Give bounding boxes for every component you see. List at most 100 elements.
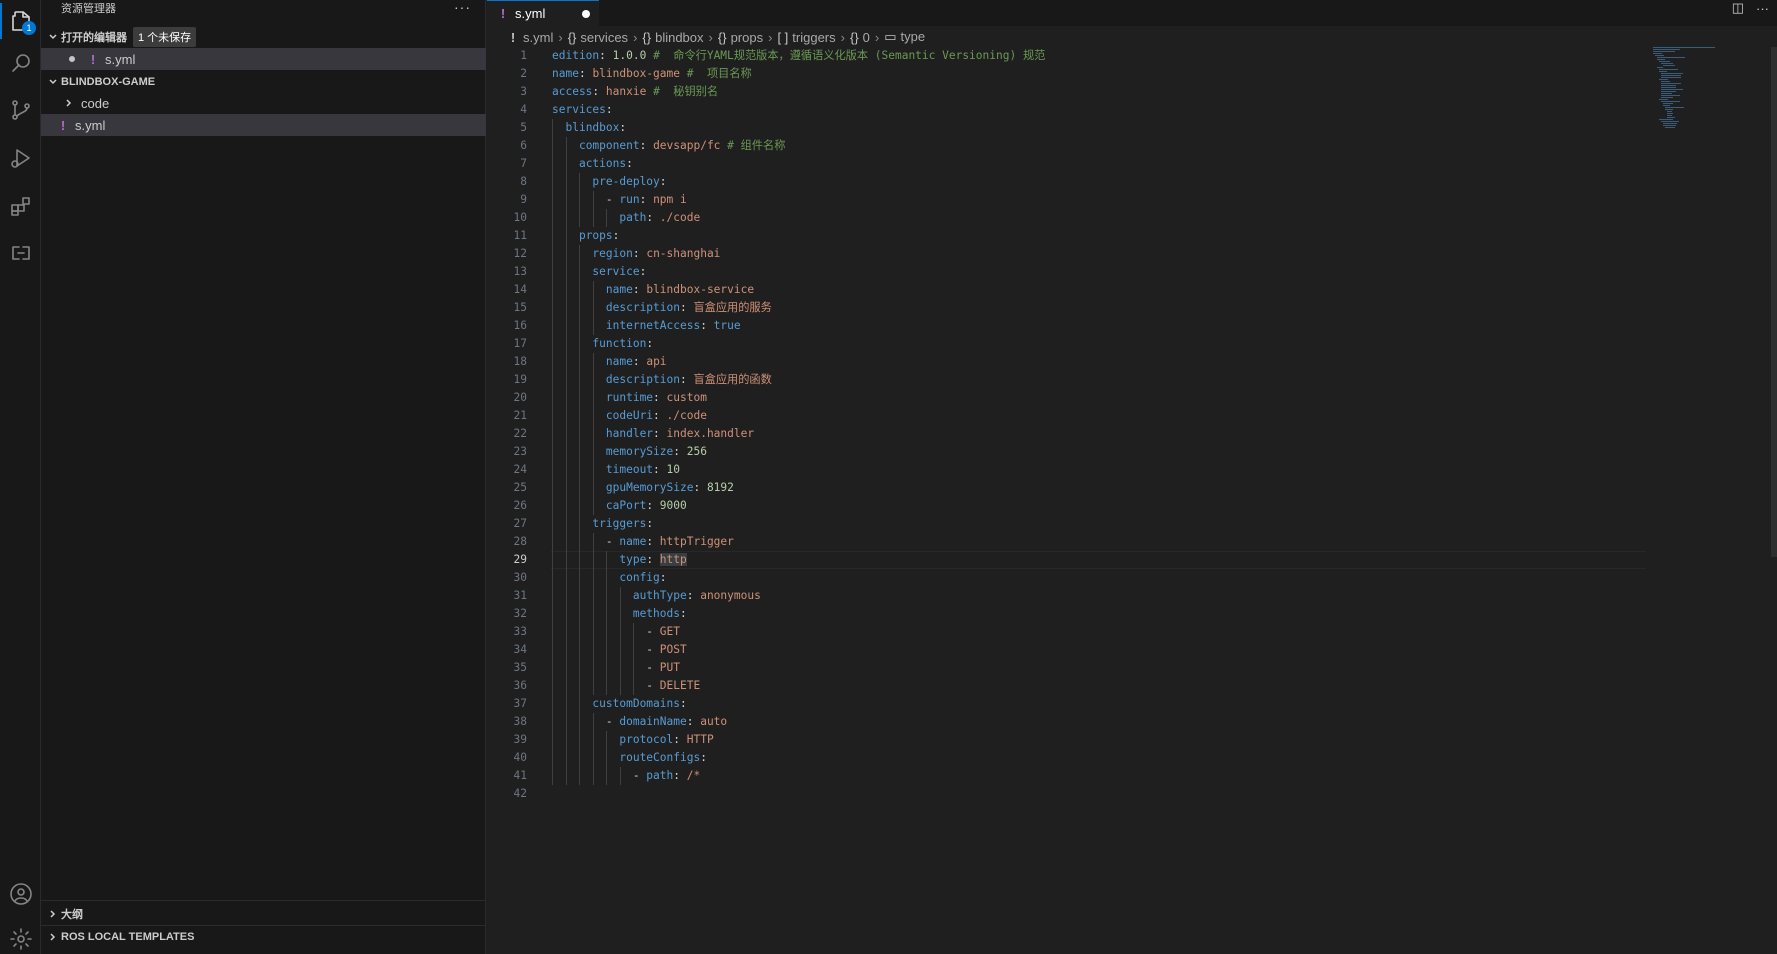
tree-item-code-folder[interactable]: code: [41, 92, 486, 114]
indent-guide: [579, 335, 580, 353]
indent-guide: [579, 209, 580, 227]
line-number: 12: [513, 247, 527, 260]
unsaved-dot-icon[interactable]: [582, 10, 590, 18]
line-number: 21: [513, 409, 527, 422]
indent-guide: [552, 641, 553, 659]
more-actions-icon[interactable]: ···: [1756, 1, 1769, 16]
indent-guide: [579, 191, 580, 209]
code-line: blindbox:: [565, 121, 627, 134]
minimap-line: [1667, 115, 1672, 116]
indent-guide: [579, 695, 580, 713]
breadcrumb-item[interactable]: [ ] triggers: [777, 30, 835, 45]
line-number: 37: [513, 697, 527, 710]
sidebar-title: 资源管理器: [61, 3, 116, 15]
indent-guide: [606, 731, 607, 749]
outline-section[interactable]: 大纲: [41, 903, 486, 925]
code-line: name: blindbox-game # 项目名称: [552, 67, 752, 80]
chevron-right-icon: [61, 98, 77, 108]
indent-guide: [565, 335, 567, 353]
code-line: config:: [619, 571, 667, 584]
vscode-window: 1 资源管理器 ··· 打开的编辑器 1 个未保存 ! s.yml BLINDB…: [0, 0, 1777, 954]
minimap-line: [1667, 117, 1675, 118]
minimap-line: [1657, 67, 1663, 68]
line-number: 17: [513, 337, 527, 350]
indent-guide: [592, 659, 594, 677]
code-line: internetAccess: true: [605, 319, 741, 332]
open-editor-item-s-yml[interactable]: ! s.yml: [41, 48, 486, 70]
indent-guide: [565, 677, 567, 695]
remote-explorer-icon[interactable]: [4, 236, 37, 269]
breadcrumb-item[interactable]: {} blindbox: [642, 30, 703, 45]
ros-templates-section[interactable]: ROS LOCAL TEMPLATES: [41, 926, 486, 948]
tree-item-s-yml[interactable]: ! s.yml: [41, 114, 486, 136]
minimap-line: [1657, 57, 1685, 58]
indent-guide: [606, 623, 607, 641]
indent-guide: [552, 245, 553, 263]
breadcrumb-item[interactable]: ▭ type: [884, 29, 925, 45]
chevron-down-icon: [45, 77, 61, 87]
code-line: component: devsapp/fc # 组件名称: [578, 139, 786, 152]
search-icon[interactable]: [4, 46, 37, 79]
indent-guide: [579, 443, 580, 461]
indent-guide: [552, 677, 553, 695]
minimap-line: [1653, 53, 1662, 54]
code-line: function:: [592, 337, 654, 350]
explorer-icon[interactable]: 1: [4, 4, 37, 37]
line-number: 11: [513, 229, 527, 242]
indent-guide: [565, 425, 567, 443]
indent-guide: [579, 245, 580, 263]
indent-guide: [565, 407, 567, 425]
indent-guide: [579, 713, 580, 731]
code-line: region: cn-shanghai: [592, 247, 721, 260]
breadcrumb-item[interactable]: {} services: [568, 30, 628, 45]
run-debug-icon[interactable]: [4, 141, 37, 174]
indent-guide: [619, 767, 621, 785]
indent-guide: [552, 353, 553, 371]
open-editors-section[interactable]: 打开的编辑器 1 个未保存: [41, 26, 486, 48]
indent-guide: [565, 227, 567, 245]
minimap-line: [1653, 47, 1715, 48]
tab-s-yml[interactable]: ! s.yml: [487, 0, 599, 26]
indent-guide: [579, 317, 580, 335]
settings-gear-icon[interactable]: [4, 922, 37, 954]
line-number: 23: [513, 445, 527, 458]
indent-guide: [592, 587, 594, 605]
account-icon[interactable]: [4, 877, 37, 910]
open-editors-label: 打开的编辑器: [61, 32, 127, 44]
code-line: routeConfigs:: [619, 751, 707, 764]
indent-guide: [592, 713, 594, 731]
indent-guide: [565, 281, 567, 299]
minimap-line: [1661, 121, 1679, 122]
extensions-icon[interactable]: [4, 189, 37, 222]
minimap-line: [1661, 77, 1681, 78]
code-line: memorySize: 256: [605, 445, 707, 458]
source-control-icon[interactable]: [4, 93, 37, 126]
indent-guide: [565, 461, 567, 479]
unsaved-dot-icon[interactable]: [69, 56, 75, 62]
minimap-line: [1665, 107, 1684, 108]
indent-guide: [552, 623, 553, 641]
project-section[interactable]: BLINDBOX-GAME: [41, 71, 486, 93]
indent-guide: [592, 767, 594, 785]
line-number: 8: [520, 175, 527, 188]
tab-bar: ! s.yml ◫ ···: [487, 0, 1777, 26]
vertical-scrollbar[interactable]: [1771, 47, 1777, 557]
line-number: 18: [513, 355, 527, 368]
breadcrumb-item[interactable]: {} 0: [850, 30, 870, 45]
minimap-line: [1655, 55, 1664, 56]
more-actions-button[interactable]: ···: [454, 0, 471, 14]
breadcrumb-item[interactable]: ! s.yml: [507, 30, 554, 45]
minimap[interactable]: [1653, 47, 1763, 137]
indent-guide: [592, 407, 594, 425]
line-number: 33: [513, 625, 527, 638]
breadcrumb-item[interactable]: {} props: [718, 30, 763, 45]
indent-guide: [606, 605, 607, 623]
indent-guide: [619, 641, 621, 659]
tree-item-label: s.yml: [75, 117, 106, 133]
indent-guide: [579, 677, 580, 695]
indent-guide: [619, 677, 621, 695]
indent-guide: [552, 299, 553, 317]
indent-guide: [565, 587, 567, 605]
minimap-line: [1659, 119, 1673, 120]
split-editor-icon[interactable]: ◫: [1732, 0, 1744, 16]
